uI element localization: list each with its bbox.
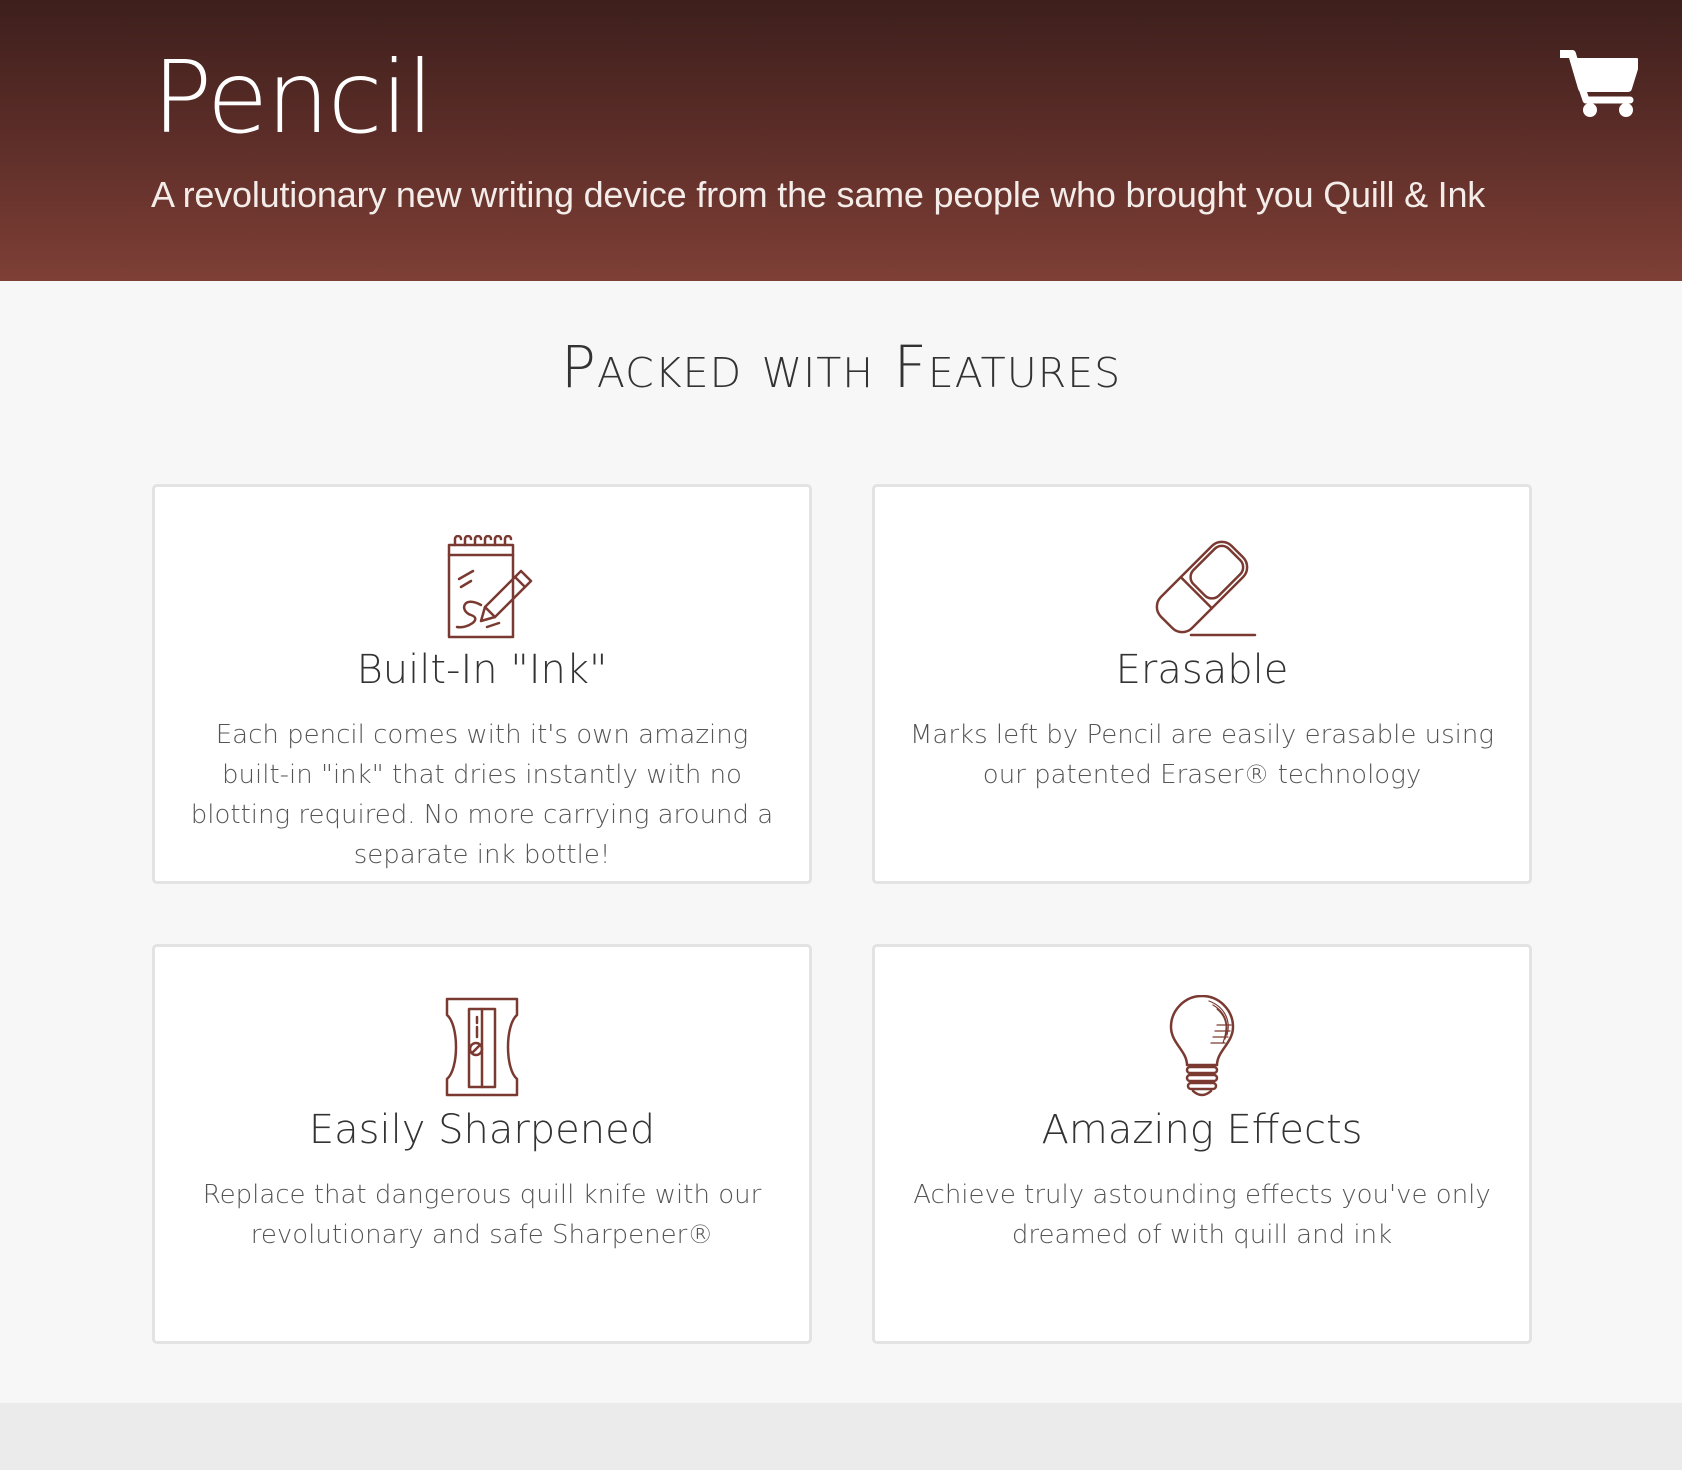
feature-description: Achieve truly astounding effects you've … — [913, 1180, 1491, 1250]
shopping-cart-icon[interactable] — [1560, 50, 1638, 118]
notepad-pencil-icon — [447, 535, 533, 639]
features-section: Packed with Features Built-In "Ink" Each… — [0, 281, 1682, 1403]
feature-card-ink: Built-In "Ink" Each pencil comes with it… — [152, 484, 812, 884]
feature-card-erasable: Erasable Marks left by Pencil are easily… — [872, 484, 1532, 884]
feature-title: Built-In "Ink" — [356, 647, 608, 693]
feature-card-effects: Amazing Effects Achieve truly astounding… — [872, 944, 1532, 1344]
feature-title: Amazing Effects — [1041, 1107, 1363, 1153]
next-section-band — [0, 1403, 1682, 1470]
brand-title: Pencil — [152, 39, 434, 156]
lightbulb-icon — [1169, 995, 1235, 1097]
feature-description: Replace that dangerous quill knife with … — [202, 1180, 762, 1250]
feature-description: Marks left by Pencil are easily erasable… — [910, 720, 1494, 790]
feature-title: Erasable — [1115, 647, 1289, 693]
eraser-icon — [1155, 540, 1257, 637]
tagline: A revolutionary new writing device from … — [151, 174, 1486, 215]
sharpener-icon — [445, 997, 519, 1097]
feature-description: Each pencil comes with it's own amazing … — [190, 720, 774, 870]
feature-card-sharpened: Easily Sharpened Replace that dangerous … — [152, 944, 812, 1344]
features-heading: Packed with Features — [560, 333, 1122, 401]
page-header: Pencil A revolutionary new writing devic… — [0, 0, 1682, 281]
feature-title: Easily Sharpened — [308, 1107, 656, 1153]
